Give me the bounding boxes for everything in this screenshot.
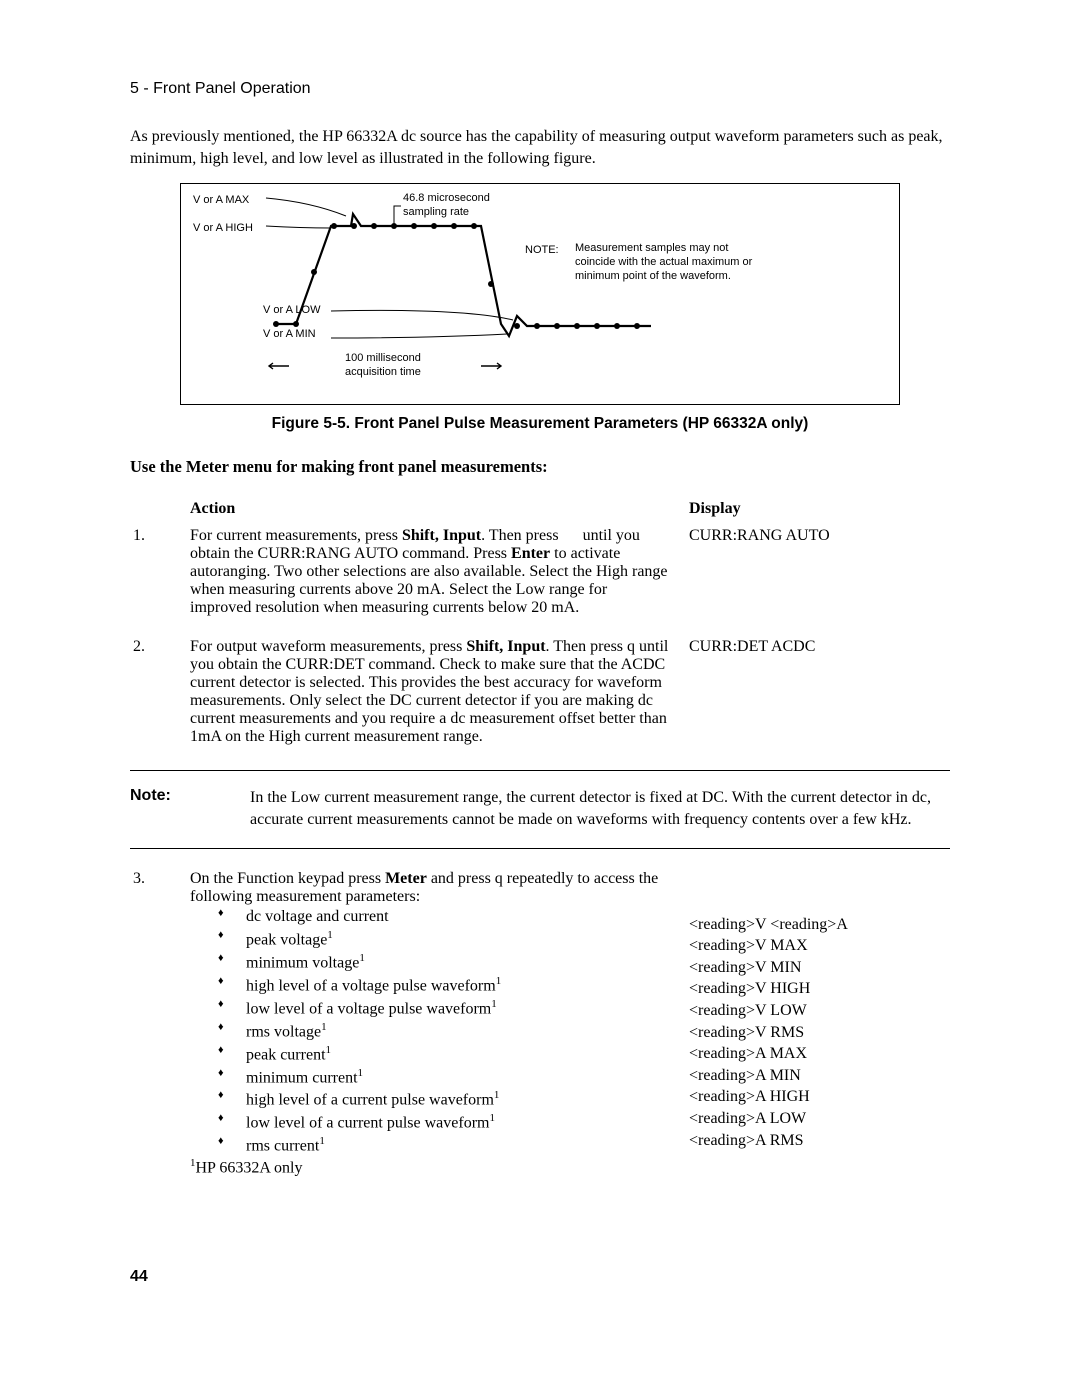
label-note-text: Measurement samples may not coincide wit… [575, 242, 765, 283]
param-label: dc voltage and current [246, 908, 389, 925]
list-item: low level of a voltage pulse waveform1 [218, 997, 670, 1020]
display-value: <reading>V RMS [689, 1022, 947, 1044]
action-table-continued: 3. On the Function keypad press Meter an… [130, 867, 950, 1197]
param-label: minimum current [246, 1069, 358, 1086]
label-acq: 100 millisecond acquisition time [345, 352, 465, 380]
key-shift-input: Shift, Input [466, 638, 545, 655]
superscript: 1 [326, 1044, 332, 1056]
superscript: 1 [491, 998, 497, 1010]
footnote-text: HP 66332A only [196, 1160, 303, 1177]
param-label: low level of a current pulse waveform [246, 1115, 489, 1132]
key-shift-input: Shift, Input [402, 527, 481, 544]
note-text: In the Low current measurement range, th… [250, 787, 950, 830]
table-row: 2. For output waveform measurements, pre… [132, 637, 948, 764]
step-action: For current measurements, press Shift, I… [189, 526, 686, 635]
step-action: For output waveform measurements, press … [189, 637, 686, 764]
param-label: high level of a voltage pulse waveform [246, 977, 496, 994]
action-table: Action Display 1. For current measuremen… [130, 497, 950, 766]
table-row: 3. On the Function keypad press Meter an… [132, 869, 948, 1195]
step-number: 2. [132, 637, 187, 764]
table-row: 1. For current measurements, press Shift… [132, 526, 948, 635]
display-value: <reading>V LOW [689, 1000, 947, 1022]
superscript: 1 [496, 975, 502, 987]
footnote: 1HP 66332A only [190, 1157, 670, 1177]
meter-parameters-list: dc voltage and currentpeak voltage1minim… [218, 906, 670, 1157]
label-min: V or A MIN [263, 328, 316, 340]
meter-subheading: Use the Meter menu for making front pane… [130, 457, 950, 477]
display-value: <reading>A MAX [689, 1043, 947, 1065]
text: For current measurements, press [190, 527, 402, 544]
figure-caption: Figure 5-5. Front Panel Pulse Measuremen… [130, 415, 950, 433]
list-item: rms voltage1 [218, 1020, 670, 1043]
list-item: dc voltage and current [218, 906, 670, 928]
label-sampling: 46.8 microsecond sampling rate [403, 192, 513, 220]
superscript: 1 [321, 1021, 327, 1033]
param-label: peak voltage [246, 931, 327, 948]
param-label: peak current [246, 1046, 326, 1063]
label-max: V or A MAX [193, 194, 249, 206]
note-label: Note: [130, 787, 250, 830]
display-value: <reading>A HIGH [689, 1086, 947, 1108]
superscript: 1 [319, 1135, 325, 1147]
list-item: minimum voltage1 [218, 951, 670, 974]
table-header: Action Display [132, 499, 948, 524]
param-label: low level of a voltage pulse waveform [246, 1000, 491, 1017]
list-item: minimum current1 [218, 1066, 670, 1089]
superscript: 1 [359, 952, 365, 964]
display-value: <reading>V <reading>A [689, 914, 947, 936]
figure-5-5: V or A MAX V or A HIGH V or A LOW V or A… [180, 183, 900, 405]
intro-paragraph: As previously mentioned, the HP 66332A d… [130, 126, 950, 169]
display-value: <reading>V MAX [689, 935, 947, 957]
key-enter: Enter [511, 545, 550, 562]
display-value: <reading>V HIGH [689, 978, 947, 1000]
display-value: <reading>V MIN [689, 957, 947, 979]
display-value: <reading>A MIN [689, 1065, 947, 1087]
col-action-header: Action [189, 499, 686, 524]
param-label: rms current [246, 1138, 319, 1155]
step-display: CURR:RANG AUTO [688, 526, 948, 635]
step-display: CURR:DET ACDC [688, 637, 948, 764]
param-label: rms voltage [246, 1023, 321, 1040]
text: For output waveform measurements, press [190, 638, 466, 655]
superscript: 1 [489, 1112, 495, 1124]
text: On the Function keypad press [190, 870, 385, 887]
step-display: <reading>V <reading>A<reading>V MAX<read… [688, 869, 948, 1195]
list-item: rms current1 [218, 1134, 670, 1157]
page-number: 44 [130, 1268, 950, 1286]
display-value: <reading>A LOW [689, 1108, 947, 1130]
list-item: peak current1 [218, 1043, 670, 1066]
note-block: Note: In the Low current measurement ran… [130, 770, 950, 849]
text: . Then press [481, 527, 562, 544]
list-item: high level of a voltage pulse waveform1 [218, 974, 670, 997]
list-item: peak voltage1 [218, 928, 670, 951]
param-label: minimum voltage [246, 954, 359, 971]
label-high: V or A HIGH [193, 222, 253, 234]
step-number: 1. [132, 526, 187, 635]
page: 5 - Front Panel Operation As previously … [0, 0, 1080, 1346]
waveform-diagram [181, 184, 901, 394]
list-item: high level of a current pulse waveform1 [218, 1088, 670, 1111]
section-header: 5 - Front Panel Operation [130, 80, 950, 98]
label-note: NOTE: [525, 244, 559, 256]
display-list: <reading>V <reading>A<reading>V MAX<read… [689, 870, 947, 1151]
display-value: <reading>A RMS [689, 1130, 947, 1152]
superscript: 1 [327, 929, 333, 941]
superscript: 1 [494, 1089, 500, 1101]
step-number: 3. [132, 869, 187, 1195]
key-meter: Meter [385, 870, 427, 887]
col-display-header: Display [688, 499, 948, 524]
list-item: low level of a current pulse waveform1 [218, 1111, 670, 1134]
superscript: 1 [358, 1067, 364, 1079]
label-low: V or A LOW [263, 304, 320, 316]
step-action: On the Function keypad press Meter and p… [189, 869, 686, 1195]
param-label: high level of a current pulse waveform [246, 1092, 494, 1109]
